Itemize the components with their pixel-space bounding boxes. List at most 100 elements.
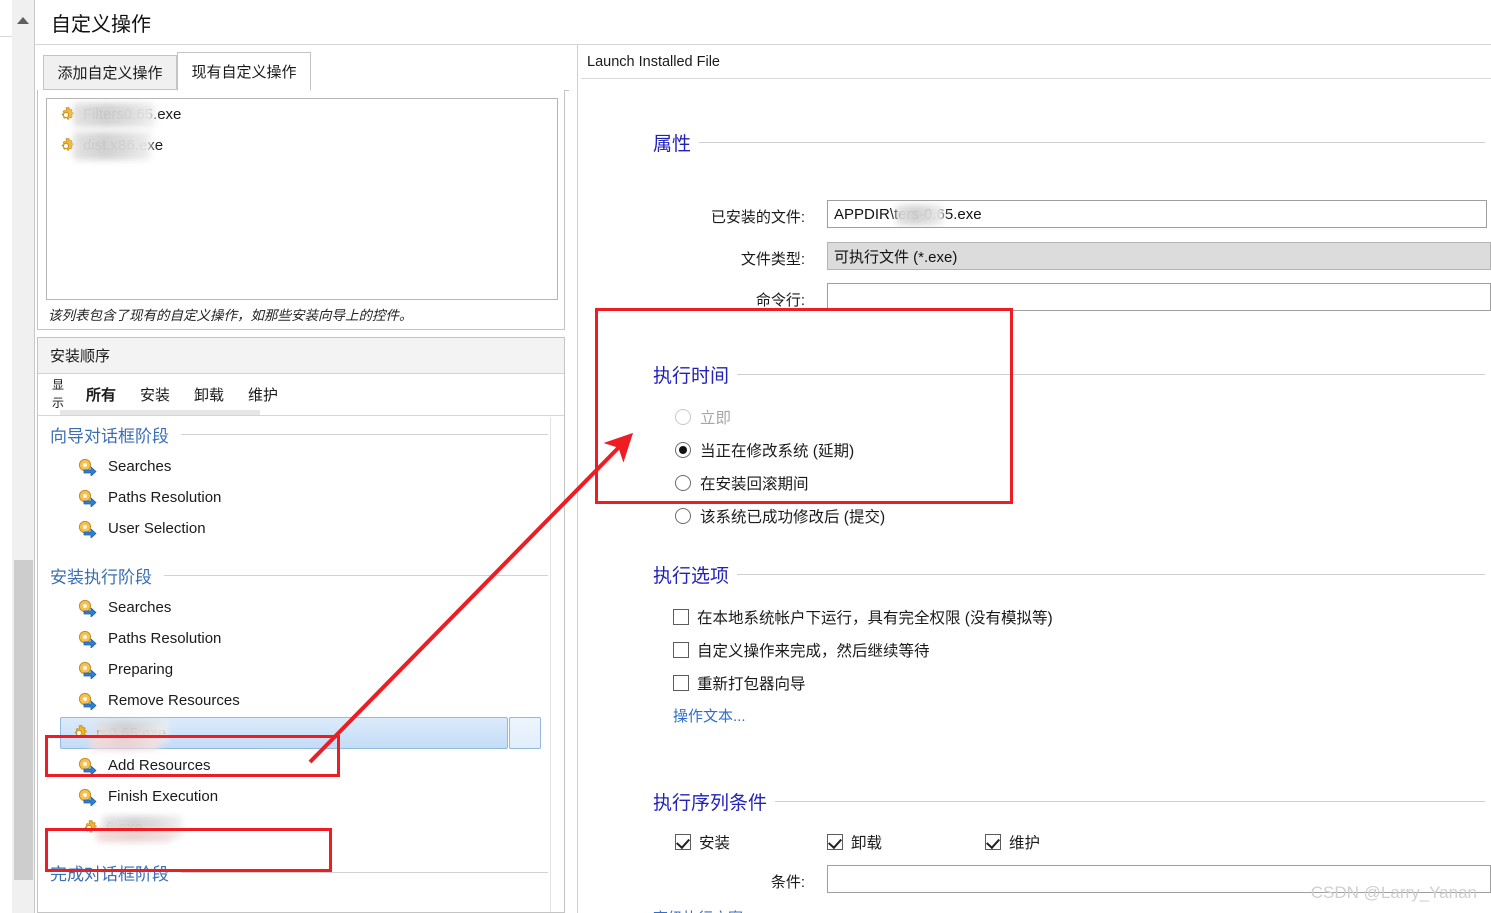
checkbox-label: 重新打包器向导	[697, 676, 806, 693]
filter-maintain[interactable]: 维护	[248, 384, 278, 405]
action-arrow-icon	[78, 692, 98, 710]
group-title: 完成对话框阶段	[50, 864, 169, 884]
list-item[interactable]: dist.x86.exe	[47, 130, 557, 161]
action-arrow-icon	[78, 661, 98, 679]
checkbox-condition-uninstall[interactable]: 卸载	[827, 831, 882, 853]
action-arrow-icon	[78, 788, 98, 806]
checkbox-icon	[673, 675, 689, 691]
detail-body: 属性 已安装的文件: APPDIR\ters-0.65.exe 文件类型: 可执…	[581, 79, 1491, 913]
list-item[interactable]: Searches	[38, 451, 564, 482]
window-title-bar: 自定义操作	[35, 0, 1491, 45]
filter-underline	[60, 410, 260, 415]
installed-file-label: 已安装的文件:	[710, 209, 805, 226]
radio-circle-icon	[675, 409, 691, 425]
gear-icon	[57, 137, 75, 155]
group-rule	[181, 433, 548, 435]
gear-icon	[57, 106, 75, 124]
radio-label: 当正在修改系统 (延期)	[700, 443, 855, 460]
section-rule	[737, 373, 1485, 375]
checkbox-label: 安装	[699, 835, 731, 852]
list-item-label: dist.x86.exe	[83, 137, 164, 154]
command-line-input[interactable]	[827, 283, 1491, 311]
list-item[interactable]: Paths Resolution	[38, 482, 564, 513]
checkbox-condition-install[interactable]: 安装	[675, 831, 730, 853]
action-arrow-icon	[78, 757, 98, 775]
list-item[interactable]: Remove Resources	[38, 685, 564, 716]
page-divider	[0, 36, 12, 37]
install-sequence-header: 安装顺序	[38, 338, 564, 374]
checkbox-condition-maintain[interactable]: 维护	[985, 831, 1040, 853]
list-item-label: 6.exe	[106, 819, 143, 836]
checkbox-repackager-wizard[interactable]: 重新打包器向导	[673, 672, 806, 694]
group-rule	[181, 871, 548, 873]
group-header-install-exec: 安装执行阶段	[38, 558, 564, 592]
action-arrow-icon	[78, 630, 98, 648]
checkbox-run-as-local-system[interactable]: 在本地系统帐户下运行，具有完全权限 (没有模拟等)	[673, 606, 1053, 628]
checkbox-icon	[673, 642, 689, 658]
gear-icon	[80, 819, 98, 837]
section-title: 执行选项	[653, 565, 730, 587]
list-item[interactable]: Preparing	[38, 654, 564, 685]
action-arrow-icon	[78, 599, 98, 617]
scroll-up-chevron-icon[interactable]	[12, 0, 34, 40]
section-title: 执行序列条件	[653, 792, 768, 814]
checkbox-icon	[827, 834, 843, 850]
section-properties: 属性	[653, 129, 1485, 155]
list-item[interactable]: Finish Execution	[38, 781, 564, 812]
tab-existing-custom-action[interactable]: 现有自定义操作	[177, 52, 311, 91]
checkbox-icon	[675, 834, 691, 850]
list-item-label: Paths Resolution	[108, 630, 222, 647]
advanced-execution-link[interactable]: 高级执行方案...	[653, 907, 756, 913]
radio-label: 在安装回滚期间	[700, 476, 809, 493]
condition-label: 条件:	[770, 874, 805, 891]
tab-add-custom-action[interactable]: 添加自定义操作	[43, 55, 177, 90]
filter-all[interactable]: 所有	[86, 384, 116, 405]
sequence-filter-row: 显示 所有 安装 卸载 维护	[38, 374, 564, 416]
file-type-value: 可执行文件 (*.exe)	[827, 242, 1491, 270]
section-execution-time: 执行时间	[653, 361, 1485, 387]
radio-circle-icon	[675, 442, 691, 458]
section-rule	[775, 800, 1485, 802]
watermark: CSDN @Larry_Yanan	[1310, 883, 1477, 902]
checkbox-icon	[673, 609, 689, 625]
list-item[interactable]: Searches	[38, 592, 564, 623]
installed-file-value: APPDIR\ters-0.65.exe	[834, 205, 982, 223]
radio-immediate[interactable]: 立即	[675, 406, 731, 428]
list-item[interactable]: User Selection	[38, 513, 564, 544]
radio-label: 该系统已成功修改后 (提交)	[700, 509, 886, 526]
filter-uninstall[interactable]: 卸载	[194, 384, 224, 405]
list-item-label: Add Resources	[108, 757, 211, 774]
file-type-label: 文件类型:	[740, 251, 805, 268]
radio-rollback[interactable]: 在安装回滚期间	[675, 472, 809, 494]
checkbox-label: 在本地系统帐户下运行，具有完全权限 (没有模拟等)	[697, 610, 1053, 627]
left-panel: 添加自定义操作 现有自定义操作 Filters0.65.exe dist.x86…	[35, 45, 575, 913]
checkbox-wait-for-completion[interactable]: 自定义操作来完成，然后继续等待	[673, 639, 930, 661]
radio-deferred[interactable]: 当正在修改系统 (延期)	[675, 439, 854, 461]
section-sequence-conditions: 执行序列条件	[653, 788, 1485, 814]
radio-circle-icon	[675, 475, 691, 491]
page-title: 自定义操作	[51, 13, 151, 36]
outer-scrollbar-thumb[interactable]	[14, 560, 33, 880]
existing-actions-listbox[interactable]: Filters0.65.exe dist.x86.exe	[46, 98, 558, 300]
action-arrow-icon	[78, 489, 98, 507]
tabstrip: 添加自定义操作 现有自定义操作	[41, 51, 569, 91]
list-item[interactable]: 6.exe	[38, 812, 564, 843]
detail-panel: Launch Installed File 属性 已安装的文件: APPDIR\…	[581, 45, 1491, 913]
main-window: 自定义操作 添加自定义操作 现有自定义操作 Filters0.65.exe di…	[34, 0, 1491, 913]
action-text-link[interactable]: 操作文本...	[673, 705, 746, 726]
filter-install[interactable]: 安装	[140, 384, 170, 405]
list-item[interactable]: Add Resources	[38, 750, 564, 781]
list-item-selected[interactable]: rs0.65.exe	[38, 716, 564, 750]
list-item[interactable]: Filters0.65.exe	[47, 99, 557, 130]
group-title: 向导对话框阶段	[50, 426, 169, 446]
filter-label: 显示	[51, 378, 64, 410]
radio-commit[interactable]: 该系统已成功修改后 (提交)	[675, 505, 885, 527]
list-item[interactable]: Paths Resolution	[38, 623, 564, 654]
installed-file-input[interactable]: APPDIR\ters-0.65.exe	[827, 200, 1487, 228]
radio-circle-icon	[675, 508, 691, 524]
gear-icon	[70, 724, 88, 742]
existing-actions-hint: 该列表包含了现有的自定义操作，如那些安装向导上的控件。	[48, 308, 413, 323]
group-rule	[164, 574, 548, 576]
checkbox-icon	[985, 834, 1001, 850]
list-item-label: Searches	[108, 599, 172, 616]
